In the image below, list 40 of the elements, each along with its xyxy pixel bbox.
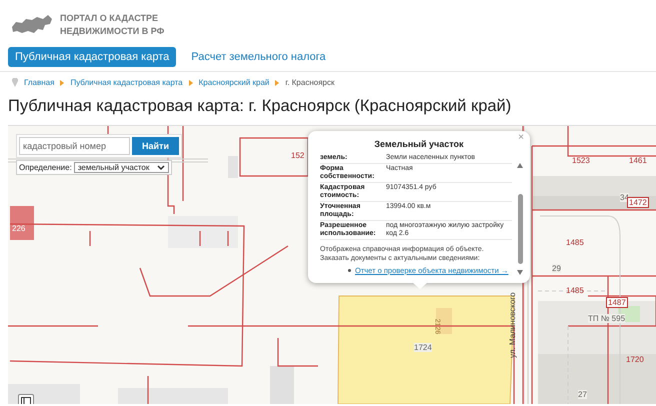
popup-pointer bbox=[412, 282, 428, 289]
breadcrumb-link[interactable]: г. Красноярск bbox=[285, 78, 334, 87]
definition-select[interactable]: земельный участок bbox=[74, 162, 170, 173]
parcel-number: 1487 bbox=[606, 297, 628, 308]
parcel-number: 1485 bbox=[566, 286, 584, 295]
map-label: 1724 bbox=[414, 343, 432, 352]
page-title: Публичная кадастровая карта: г. Красноярск (Красноярский край) bbox=[8, 97, 512, 116]
arrow-right-icon bbox=[275, 80, 280, 86]
map-label: ТП № 595 bbox=[588, 314, 626, 323]
map-label: 27 bbox=[578, 390, 587, 399]
scroll-up-icon[interactable] bbox=[517, 163, 523, 168]
definition-label: Определение: bbox=[19, 163, 72, 172]
location-pin-icon bbox=[12, 78, 18, 87]
breadcrumb-link[interactable]: Главная bbox=[24, 78, 54, 87]
scroll-down-icon[interactable] bbox=[517, 270, 523, 275]
parcel-number: 1472 bbox=[627, 197, 649, 208]
arrow-right-icon bbox=[60, 80, 64, 86]
breadcrumb-link[interactable]: Публичная кадастровая карта bbox=[70, 78, 183, 87]
nav-tab[interactable]: Расчет земельного налога bbox=[184, 47, 333, 67]
parcel-number: 1720 bbox=[626, 355, 644, 364]
map-label: 29 bbox=[552, 264, 561, 273]
parcel-number: 1485 bbox=[566, 238, 584, 247]
parcel-number: 152 bbox=[291, 151, 304, 160]
street-name: ул. Малиновского bbox=[508, 292, 517, 358]
layers-icon bbox=[21, 397, 31, 404]
find-button[interactable]: Найти bbox=[132, 137, 179, 155]
parcel-number: 226 bbox=[12, 224, 26, 233]
arrow-right-icon bbox=[188, 80, 193, 86]
breadcrumb-link[interactable]: Красноярский край bbox=[198, 78, 270, 87]
parcel-number: 1523 bbox=[572, 156, 590, 165]
logo-text: НЕДВИЖИМОСТИ В РФ bbox=[60, 25, 164, 38]
cadastral-number-field[interactable]: кадастровый номер bbox=[19, 137, 130, 155]
chevron-down-icon bbox=[157, 164, 166, 170]
layers-button[interactable] bbox=[18, 394, 34, 404]
nav-tab[interactable]: Публичная кадастровая карта bbox=[8, 47, 176, 67]
bullet-icon bbox=[348, 269, 351, 272]
popup-title: Земельный участок bbox=[373, 138, 465, 151]
logo-text: ПОРТАЛ О КАДАСТРЕ bbox=[60, 12, 160, 25]
parcel-number: 1461 bbox=[629, 156, 647, 165]
close-button[interactable]: × bbox=[518, 132, 524, 143]
